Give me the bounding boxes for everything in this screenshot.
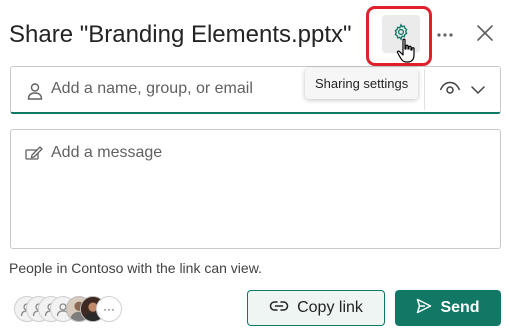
send-button[interactable]: Send [395, 290, 501, 326]
divider [424, 70, 425, 110]
dialog-title: Share "Branding Elements.pptx" [9, 21, 352, 48]
hand-cursor-icon [396, 38, 418, 69]
more-avatars-label: ··· [103, 302, 115, 316]
link-permission-info: People in Contoso with the link can view… [9, 260, 262, 276]
close-icon [476, 24, 494, 47]
pen-icon [25, 145, 43, 166]
share-dialog: Share "Branding Elements.pptx" Add a nam… [0, 0, 509, 331]
copy-link-button[interactable]: Copy link [247, 290, 385, 326]
sharing-settings-tooltip: Sharing settings [305, 68, 419, 99]
person-icon [27, 82, 43, 105]
more-avatars-button[interactable]: ··· [96, 296, 122, 322]
people-picker-field[interactable]: Add a name, group, or email [10, 66, 501, 114]
send-icon [416, 298, 432, 319]
close-button[interactable] [472, 22, 498, 48]
permission-dropdown[interactable] [430, 72, 494, 108]
link-icon [269, 299, 289, 318]
send-label: Send [440, 299, 480, 316]
chevron-down-icon [471, 81, 485, 99]
copy-link-label: Copy link [297, 299, 363, 316]
message-field[interactable]: Add a message [10, 129, 501, 249]
eye-icon [439, 81, 461, 100]
more-options-button[interactable] [432, 20, 458, 48]
ellipsis-icon [436, 25, 454, 43]
people-input[interactable]: Add a name, group, or email [51, 80, 253, 98]
message-input[interactable]: Add a message [51, 144, 162, 162]
